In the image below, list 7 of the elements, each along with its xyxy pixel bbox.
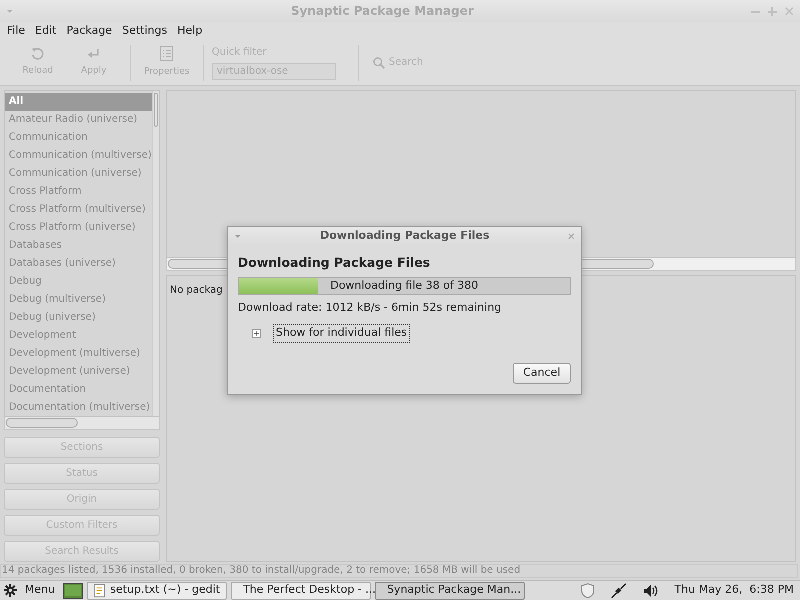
progress-text: Downloading file 38 of 380 (329, 278, 480, 294)
status-bar: 14 packages listed, 1536 installed, 0 broken, 380 to install/upgrade, 2 to remove; 1658 MB will be used (0, 564, 798, 578)
dialog-title: Downloading Package Files (319, 228, 491, 244)
window-title: Synaptic Package Manager (290, 3, 475, 20)
download-rate-text: Download rate: 1012 kB/s - 6min 52s remaining (238, 300, 503, 316)
details-text: No packag (170, 285, 223, 296)
dialog-heading: Downloading Package Files (238, 254, 430, 272)
